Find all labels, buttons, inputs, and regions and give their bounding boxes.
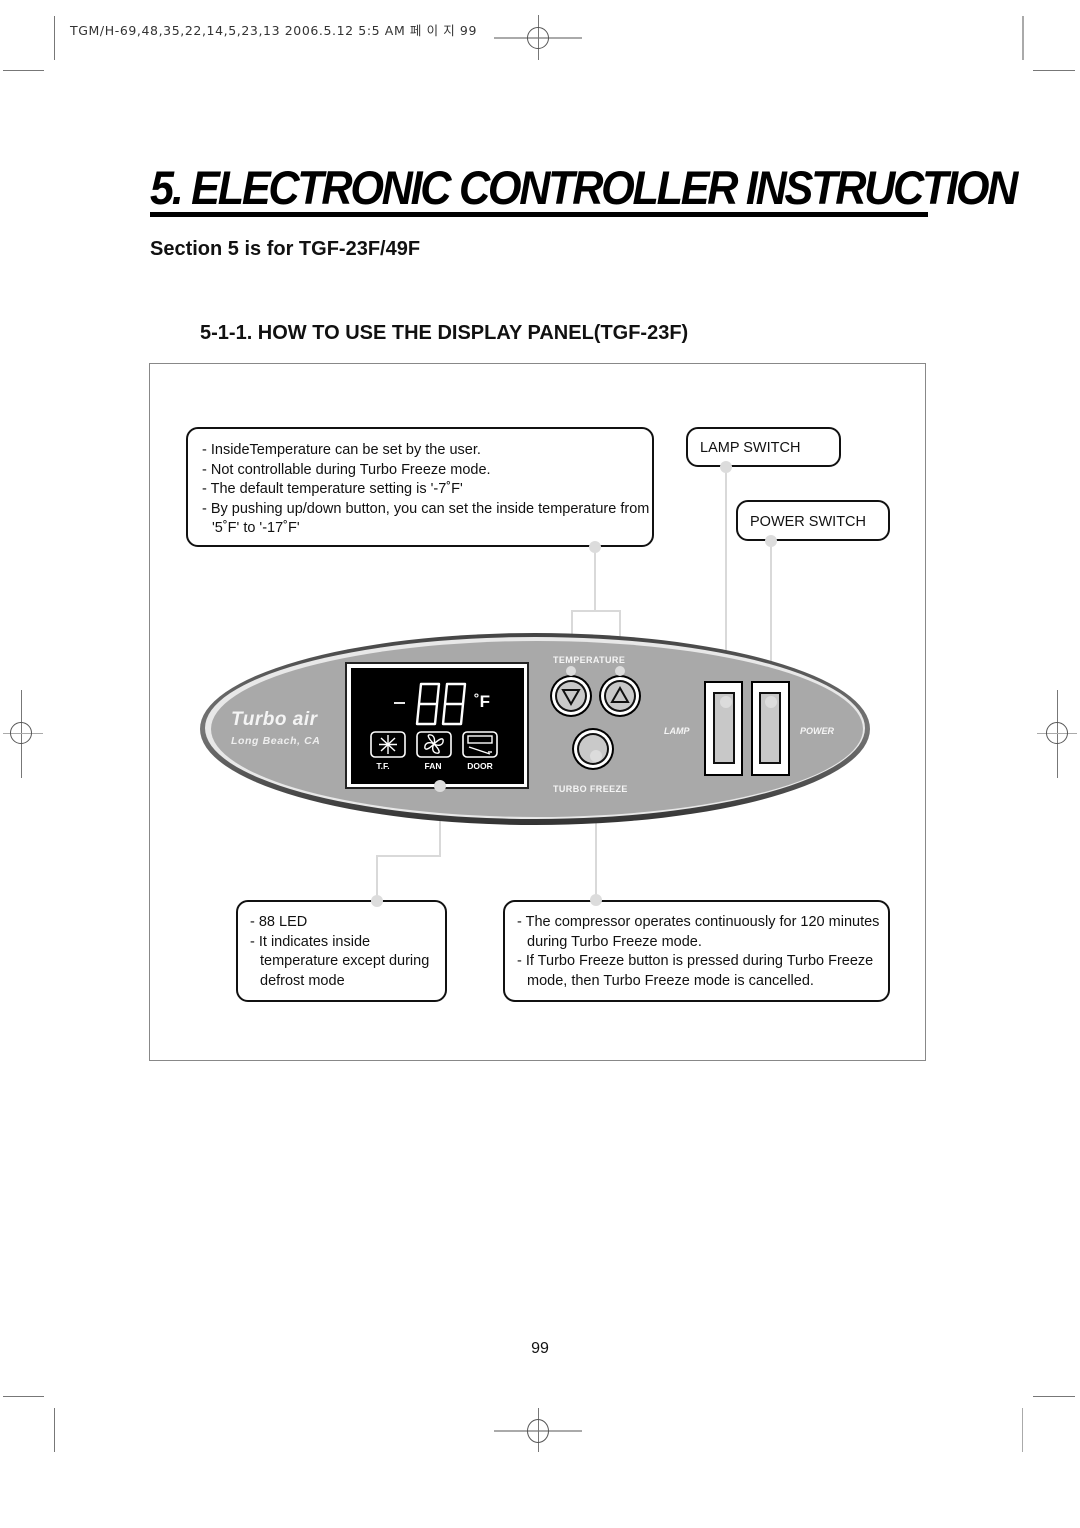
callout-line: - If Turbo Freeze button is pressed duri… <box>517 953 874 989</box>
subsection-title: 5-1-1. HOW TO USE THE DISPLAY PANEL(TGF-… <box>200 322 689 344</box>
lamp-rocker-switch[interactable] <box>704 681 743 776</box>
callout-line: - 88 LED <box>250 914 308 930</box>
callout-line: - The compressor operates continuously f… <box>517 914 880 950</box>
callout-line: - The default temperature setting is '-7… <box>202 481 463 497</box>
crop-mark <box>54 1408 55 1452</box>
callout-lamp-switch: LAMP SWITCH <box>686 427 841 467</box>
crop-mark <box>54 16 55 60</box>
snowflake-icon <box>379 735 397 754</box>
indicator-label-door: DOOR <box>467 761 493 771</box>
connector-dot <box>589 541 601 553</box>
callout-temperature: - InsideTemperature can be set by the us… <box>186 427 654 547</box>
crop-mark <box>1022 16 1024 60</box>
power-rocker-switch[interactable] <box>751 681 790 776</box>
lamp-label: LAMP <box>664 726 690 736</box>
connector-dot <box>720 461 732 473</box>
brand-location: Long Beach, CA <box>231 735 321 747</box>
temperature-up-button[interactable] <box>599 675 641 717</box>
page-number: 99 <box>531 1340 549 1357</box>
section-note: Section 5 is for TGF-23F/49F <box>150 238 421 260</box>
lamp-switch-label: LAMP SWITCH <box>700 440 801 456</box>
crop-mark <box>3 1396 44 1397</box>
brand-logo: Turbo air <box>231 709 318 730</box>
connector-dot <box>590 894 602 906</box>
power-switch-label: POWER SWITCH <box>750 514 866 530</box>
callout-line: - It indicates inside temperature except… <box>250 933 430 989</box>
crop-mark <box>3 70 44 71</box>
crop-mark <box>1022 1408 1023 1452</box>
crop-mark <box>1033 1396 1075 1397</box>
callout-line: - Not controllable during Turbo Freeze m… <box>202 461 491 478</box>
temperature-label: TEMPERATURE <box>553 655 626 665</box>
callout-led: - 88 LED - It indicates inside temperatu… <box>236 900 447 1002</box>
callout-turbo-freeze: - The compressor operates continuously f… <box>503 900 890 1002</box>
turbo-freeze-label: TURBO FREEZE <box>553 784 628 794</box>
connector-dot <box>765 535 777 547</box>
callout-line: - InsideTemperature can be set by the us… <box>202 442 481 458</box>
callout-line: - By pushing up/down button, you can set… <box>202 500 650 537</box>
indicator-label-fan: FAN <box>424 761 442 771</box>
crop-mark <box>1033 70 1075 71</box>
title-underline <box>150 212 928 217</box>
print-slug: TGM/H-69,48,35,22,14,5,23,13 2006.5.12 5… <box>70 23 478 38</box>
indicator-label-tf: T.F. <box>376 761 390 771</box>
turbo-freeze-button[interactable] <box>572 728 614 770</box>
display-unit: ˚F <box>474 692 491 711</box>
temperature-down-button[interactable] <box>550 675 592 717</box>
callout-power-switch: POWER SWITCH <box>736 500 890 541</box>
page-title: 5. ELECTRONIC CONTROLLER INSTRUCTION <box>150 161 1018 214</box>
connector-dot <box>371 895 383 907</box>
power-label: POWER <box>800 726 835 736</box>
